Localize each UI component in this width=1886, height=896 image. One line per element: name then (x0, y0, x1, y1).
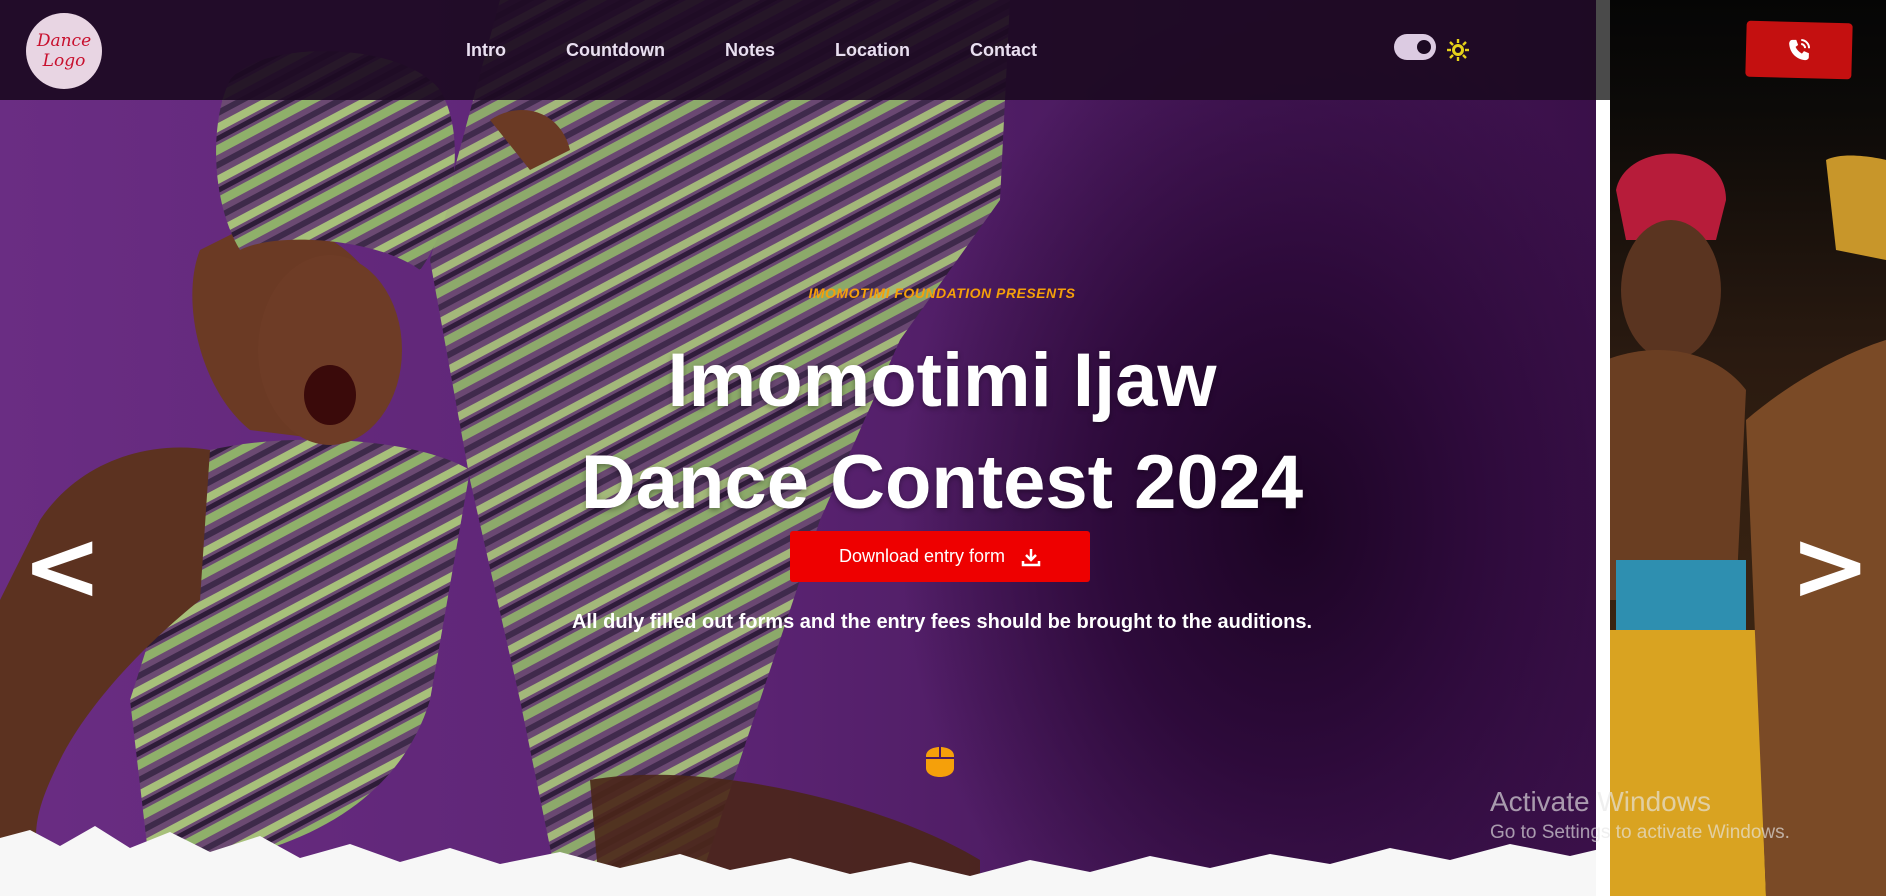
navbar: Dance Logo Intro Countdown Notes Locatio… (0, 0, 1596, 100)
nav-item-contact[interactable]: Contact (970, 40, 1037, 61)
nav-item-intro[interactable]: Intro (466, 40, 506, 61)
entry-note: All duly filled out forms and the entry … (571, 611, 1313, 633)
nav-item-notes[interactable]: Notes (725, 40, 775, 61)
sun-icon[interactable] (1446, 38, 1470, 62)
logo-line1: Dance (36, 31, 92, 51)
carousel-prev-button[interactable]: < (22, 518, 102, 614)
torn-paper-edge (0, 826, 1596, 896)
carousel-next-button[interactable]: > (1790, 518, 1870, 614)
nav-item-countdown[interactable]: Countdown (566, 40, 665, 61)
nav-links: Intro Countdown Notes Location Contact (466, 40, 1097, 61)
second-dancer-image (1596, 153, 1886, 896)
watermark-subtitle: Go to Settings to activate Windows. (1490, 822, 1790, 843)
presents-text: IMOMOTIMI FOUNDATION PRESENTS (808, 285, 1076, 301)
windows-activation-watermark: Activate Windows Go to Settings to activ… (1490, 786, 1790, 844)
carousel-next-slide-preview (1596, 0, 1886, 896)
dance-logo[interactable]: Dance Logo (26, 13, 102, 89)
slide-divider (1596, 100, 1610, 896)
download-entry-form-button[interactable]: Download entry form (790, 531, 1090, 582)
hero-title-line1: Imomotimi Ijaw (667, 338, 1217, 423)
hero-title-line2: Dance Contest 2024 (580, 440, 1304, 525)
download-icon (1021, 548, 1041, 566)
scrollbar-track-top (1596, 0, 1610, 100)
watermark-title: Activate Windows (1490, 786, 1711, 817)
download-button-label: Download entry form (838, 546, 1006, 566)
hero-title: Imomotimi Ijaw Dance Contest 2024 (440, 330, 1444, 534)
call-button[interactable] (1745, 20, 1853, 80)
nav-item-location[interactable]: Location (835, 40, 910, 61)
mouse-icon[interactable] (922, 738, 958, 786)
phone-call-icon (1789, 39, 1811, 61)
logo-line2: Logo (42, 51, 86, 71)
theme-toggle[interactable] (1394, 34, 1436, 60)
toggle-knob (1417, 40, 1431, 54)
